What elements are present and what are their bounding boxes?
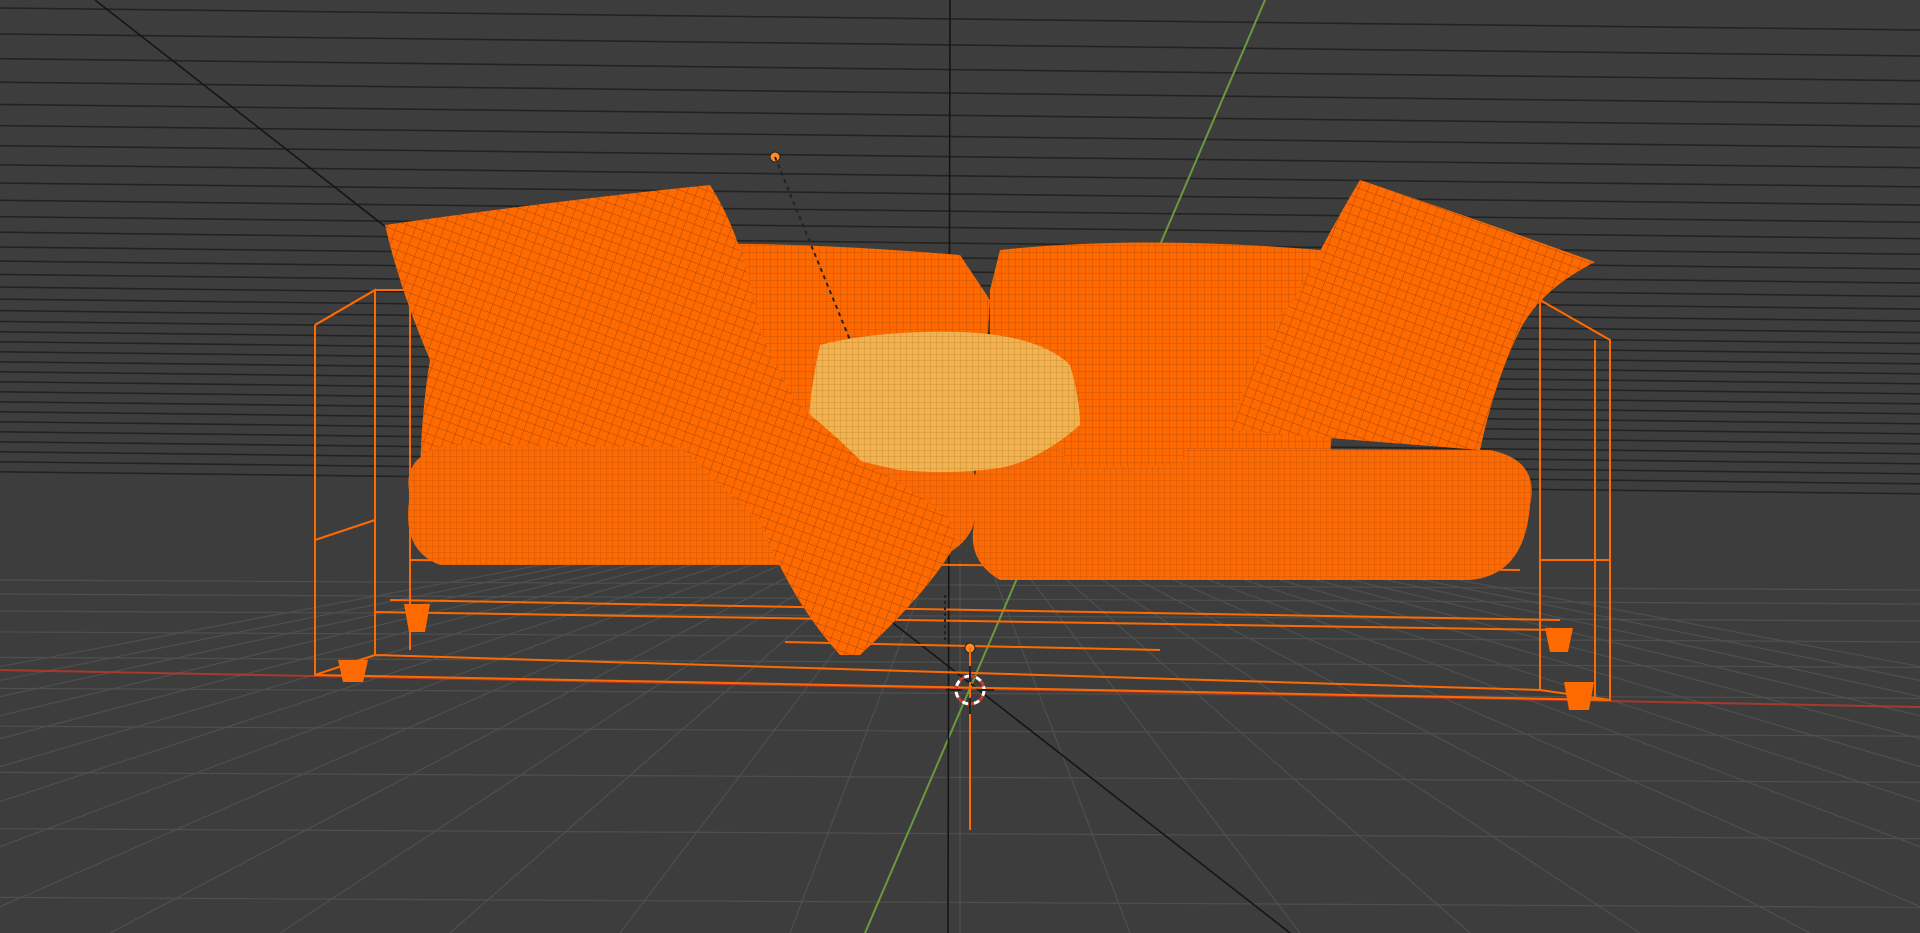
3d-viewport[interactable] xyxy=(0,0,1920,933)
viewport-canvas[interactable] xyxy=(0,0,1920,933)
seat-cushion-right[interactable] xyxy=(972,448,1532,580)
